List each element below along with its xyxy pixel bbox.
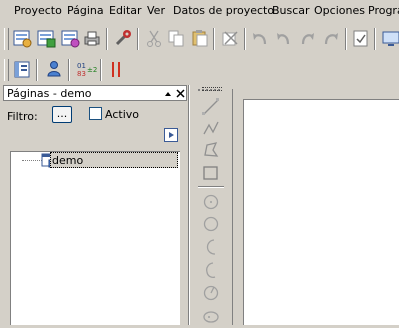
toolbar-separator <box>137 28 139 50</box>
secondary-toolbar: 01 83 ±2 <box>0 56 399 84</box>
menu-proyecto[interactable]: Proyecto <box>14 4 62 17</box>
delete-icon[interactable] <box>220 28 242 50</box>
tools-icon[interactable] <box>113 28 135 50</box>
red-bars-icon[interactable] <box>107 59 129 81</box>
undo-icon[interactable] <box>250 28 272 50</box>
monitor-icon[interactable] <box>380 28 399 50</box>
tree-connector <box>22 160 42 161</box>
menu-programas[interactable]: Progra <box>368 4 399 17</box>
active-label: Activo <box>105 108 139 121</box>
svg-text:±2: ±2 <box>87 66 97 74</box>
active-checkbox[interactable] <box>89 107 102 120</box>
arc-reverse-icon[interactable] <box>201 260 223 282</box>
close-icon[interactable] <box>176 89 185 98</box>
collapse-arrow-icon[interactable] <box>164 90 172 98</box>
panel-title: Páginas - demo <box>7 87 92 100</box>
rectangle-tool-icon[interactable] <box>201 163 223 185</box>
toolbar-separator <box>198 186 224 188</box>
ellipse-arc-icon[interactable] <box>201 283 223 305</box>
menu-editar[interactable]: Editar <box>109 4 142 17</box>
drawing-toolbar-gripper[interactable] <box>202 87 222 91</box>
svg-text:83: 83 <box>77 70 86 78</box>
toolbar-separator <box>68 59 70 81</box>
toolbar-gripper[interactable] <box>4 28 9 50</box>
circle-icon[interactable] <box>201 214 223 236</box>
undo-step-icon[interactable] <box>274 28 296 50</box>
svg-text:01: 01 <box>77 62 86 70</box>
panel-title-bar: Páginas - demo <box>3 85 187 101</box>
tree-item-demo[interactable]: demo <box>50 152 178 168</box>
toolbar-separator <box>244 28 246 50</box>
circle-center-icon[interactable] <box>201 192 223 214</box>
line-tool-icon[interactable] <box>201 97 223 119</box>
toolbar-gripper[interactable] <box>4 59 9 81</box>
menu-opciones[interactable]: Opciones <box>314 4 365 17</box>
open-project-icon[interactable] <box>12 28 34 50</box>
toolbar-separator <box>213 28 215 50</box>
toolbar-separator <box>345 28 347 50</box>
play-arrow-icon <box>169 132 174 138</box>
print-preview-icon[interactable] <box>60 28 82 50</box>
toolbar-separator <box>106 28 108 50</box>
drawing-canvas[interactable] <box>243 99 399 325</box>
menu-pagina[interactable]: Página <box>67 4 104 17</box>
toolbar-separator <box>36 59 38 81</box>
drawing-toolbar <box>196 85 240 325</box>
pages-tree[interactable] <box>10 151 180 325</box>
menu-bar: Proyecto Página Editar Ver Datos de proy… <box>0 0 399 22</box>
filter-label: Filtro: <box>7 110 38 123</box>
check-icon[interactable] <box>351 28 373 50</box>
polyline-tool-icon[interactable] <box>201 118 223 140</box>
menu-datos-de-proyecto[interactable]: Datos de proyecto <box>173 4 274 17</box>
expand-panel-button[interactable] <box>164 128 178 142</box>
new-project-icon[interactable] <box>36 28 58 50</box>
cut-icon[interactable] <box>144 28 166 50</box>
redo-icon[interactable] <box>321 28 343 50</box>
print-icon[interactable] <box>82 28 104 50</box>
main-toolbar <box>0 24 399 54</box>
page-view-icon[interactable] <box>12 59 34 81</box>
user-icon[interactable] <box>44 59 66 81</box>
toolbar-edge <box>232 89 233 325</box>
paste-icon[interactable] <box>190 28 212 50</box>
menu-ver[interactable]: Ver <box>147 4 165 17</box>
toolbar-separator <box>374 28 376 50</box>
polygon-tool-icon[interactable] <box>201 140 223 162</box>
splitter-highlight <box>189 85 190 325</box>
copy-icon[interactable] <box>166 28 188 50</box>
numbering-icon[interactable]: 01 83 ±2 <box>75 59 97 81</box>
toolbar-separator <box>100 59 102 81</box>
filter-button[interactable]: ... <box>52 106 72 123</box>
redo-step-icon[interactable] <box>298 28 320 50</box>
tree-item-label: demo <box>52 154 84 167</box>
arc-icon[interactable] <box>201 237 223 259</box>
menu-buscar[interactable]: Buscar <box>272 4 310 17</box>
